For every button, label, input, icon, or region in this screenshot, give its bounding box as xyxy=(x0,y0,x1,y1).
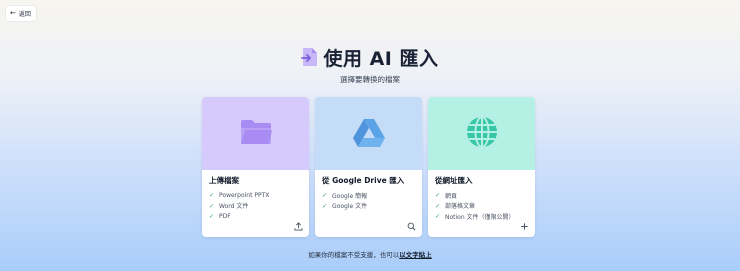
back-button[interactable]: ← 返回 xyxy=(6,6,36,21)
folder-icon xyxy=(239,118,273,150)
footer-note: 如果你的檔案不受支援，也可以以文字貼上 xyxy=(0,249,740,259)
page-subtitle: 選擇要轉換的檔案 xyxy=(340,75,400,84)
search-icon[interactable] xyxy=(406,221,416,231)
upload-card-banner xyxy=(202,97,309,170)
google-drive-icon xyxy=(352,117,386,151)
check-icon: ✓ xyxy=(209,191,215,200)
upload-icon[interactable] xyxy=(293,221,303,231)
check-icon: ✓ xyxy=(435,191,441,200)
feature-item: ✓ Word 文件 xyxy=(209,201,249,211)
check-icon: ✓ xyxy=(209,201,215,210)
drive-card-banner xyxy=(315,97,422,170)
card-title: 從網址匯入 xyxy=(435,176,473,185)
import-document-icon xyxy=(301,47,319,67)
feature-item: ✓ Google 簡報 xyxy=(322,191,368,200)
card-title: 從 Google Drive 匯入 xyxy=(322,176,405,185)
card-title: 上傳檔案 xyxy=(209,176,239,185)
url-import-card[interactable]: 從網址匯入 ✓ 網頁 ✓ 部落格文章 ✓ Notion 文件（僅限公開） xyxy=(428,97,535,237)
plus-icon[interactable] xyxy=(519,221,529,231)
globe-icon xyxy=(465,115,499,153)
feature-item: ✓ Notion 文件（僅限公開） xyxy=(435,212,515,221)
feature-item: ✓ 網頁 xyxy=(435,191,458,200)
check-icon: ✓ xyxy=(322,201,328,210)
feature-item: ✓ 部落格文章 xyxy=(435,201,476,211)
arrow-left-icon: ← xyxy=(10,9,16,17)
feature-item: ✓ Powerpoint PPTX xyxy=(209,191,270,200)
check-icon: ✓ xyxy=(435,201,441,210)
check-icon: ✓ xyxy=(209,212,215,221)
footer-text: 如果你的檔案不受支援，也可以 xyxy=(308,251,400,259)
upload-file-card[interactable]: 上傳檔案 ✓ Powerpoint PPTX ✓ Word 文件 ✓ PDF xyxy=(202,97,309,237)
page-title: 使用 AI 匯入 xyxy=(323,47,439,70)
check-icon: ✓ xyxy=(322,191,328,200)
check-icon: ✓ xyxy=(435,212,441,221)
page-header: 使用 AI 匯入 選擇要轉換的檔案 xyxy=(0,44,740,85)
google-drive-card[interactable]: 從 Google Drive 匯入 ✓ Google 簡報 ✓ Google 文件 xyxy=(315,97,422,237)
back-label: 返回 xyxy=(18,11,31,18)
import-options: 上傳檔案 ✓ Powerpoint PPTX ✓ Word 文件 ✓ PDF 從 Go… xyxy=(202,97,535,237)
feature-item: ✓ PDF xyxy=(209,212,231,221)
feature-item: ✓ Google 文件 xyxy=(322,201,368,211)
paste-text-link[interactable]: 以文字貼上 xyxy=(399,251,432,259)
url-card-banner xyxy=(428,97,535,170)
